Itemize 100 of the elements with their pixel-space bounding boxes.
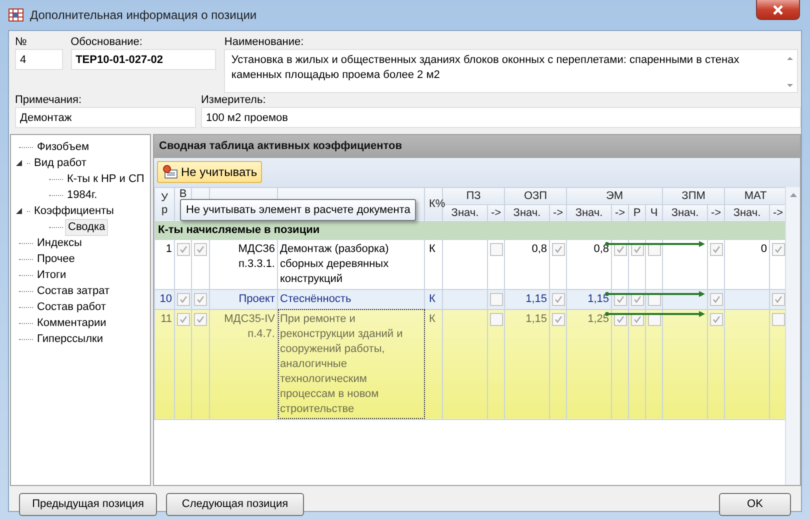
footer-button[interactable]: Следующая позиция [166, 493, 304, 516]
tree-item[interactable]: Комментарии [35, 316, 108, 330]
checkbox[interactable] [552, 242, 565, 256]
checkmark-icon [553, 244, 564, 254]
table-cell: Стеснённость [278, 289, 424, 309]
field-label: Примечания: [15, 93, 83, 107]
checkmark-icon [711, 244, 722, 254]
number-field[interactable]: 4 [15, 49, 63, 70]
tree-item[interactable]: Физобъем [35, 140, 92, 154]
field-label: № [15, 35, 28, 49]
column-header[interactable]: Знач. [504, 204, 550, 221]
tooltip: Не учитывать элемент в расчете документа [180, 198, 416, 221]
checkbox[interactable] [177, 242, 190, 256]
checkbox[interactable] [552, 312, 565, 326]
ok-button[interactable]: OK [719, 493, 791, 516]
expanded-icon[interactable] [15, 207, 23, 215]
checkmark-icon [615, 294, 626, 304]
checkmark-icon [615, 314, 626, 324]
expanded-icon[interactable] [15, 159, 23, 167]
column-header[interactable]: ЗПМ [662, 187, 725, 204]
tree-item[interactable]: Состав работ [35, 300, 108, 314]
checkbox[interactable] [177, 292, 190, 306]
table-cell: МДС35-IV п.4.7. [210, 309, 278, 419]
checkbox[interactable] [490, 242, 503, 256]
checkmark-icon [632, 314, 644, 324]
checkbox[interactable] [772, 242, 785, 256]
row-number: 10 [154, 289, 174, 309]
table-cell: Проект [210, 289, 278, 309]
checkmark-icon [632, 244, 644, 254]
tree-item[interactable]: Прочее [35, 252, 77, 266]
footer-button[interactable]: Предыдущая позиция [19, 493, 157, 516]
checkbox[interactable] [772, 292, 785, 306]
unit-field[interactable]: 100 м2 проемов [201, 107, 801, 128]
column-header[interactable]: Знач. [662, 204, 708, 221]
document-icon [162, 164, 178, 180]
row-number: 1 [154, 239, 174, 289]
checkmark-icon [615, 244, 626, 254]
table-cell: Демонтаж (разборка) сборных деревянных конструкций [278, 239, 424, 289]
tree-item[interactable]: Вид работ [32, 156, 88, 170]
toolbar-button[interactable]: Не учитывать [157, 161, 262, 183]
row-number: 11 [154, 309, 174, 419]
checkmark-icon [553, 314, 564, 324]
checkbox[interactable] [194, 242, 207, 256]
tree-item[interactable]: Итоги [35, 268, 68, 282]
checkbox[interactable] [710, 292, 724, 306]
checkmark-icon [195, 244, 206, 254]
checkbox[interactable] [177, 312, 190, 326]
field-label: Обоснование: [70, 35, 144, 49]
column-header[interactable]: К% [424, 187, 442, 221]
close-icon [773, 4, 783, 14]
tree-item[interactable]: Состав затрат [35, 284, 112, 298]
table-cell: К [424, 309, 442, 419]
table-cell: 0 [724, 239, 770, 289]
checkmark-icon [553, 294, 564, 304]
group-row: К-ты начисляемые в позиции [154, 221, 785, 239]
table-cell: К [424, 239, 442, 289]
table-icon [8, 7, 24, 23]
checkbox[interactable] [552, 292, 565, 306]
checkbox[interactable] [194, 292, 207, 306]
checkbox[interactable] [194, 312, 207, 326]
checkmark-icon [178, 294, 189, 304]
checkmark-icon [195, 294, 206, 304]
checkmark-icon [632, 294, 644, 304]
scrollbar[interactable] [785, 186, 800, 485]
checkmark-icon [195, 314, 206, 324]
column-header[interactable]: Знач. [724, 204, 770, 221]
column-header[interactable]: ОЗП [504, 187, 567, 204]
checkmark-icon [711, 314, 722, 324]
field-label: Измеритель: [201, 93, 267, 107]
close-button[interactable] [756, 0, 800, 20]
note-field[interactable]: Демонтаж [15, 107, 196, 128]
table-cell: 1,15 [504, 309, 550, 419]
checkmark-icon [773, 294, 784, 304]
checkbox[interactable] [490, 292, 503, 306]
tree-item[interactable]: Сводка [65, 218, 108, 236]
up-arrow-icon[interactable] [790, 192, 796, 196]
panel-title: Сводная таблица активных коэффициентов [154, 135, 800, 158]
basis-field[interactable]: ТЕР10-01-027-02 [70, 49, 216, 70]
table-cell: 0,8 [504, 239, 550, 289]
checkbox[interactable] [710, 312, 724, 326]
checkmark-icon [773, 244, 784, 254]
checkbox[interactable] [772, 312, 785, 326]
checkbox[interactable] [710, 242, 724, 256]
tree-item[interactable]: Коэффициенты [32, 204, 116, 218]
name-field[interactable]: Установка в жилых и общественных зданиях блоков оконных с переплетами: спаренными в стенах каменных площадью проема более 2 м2 [224, 49, 798, 93]
column-header[interactable]: МАТ [724, 187, 785, 204]
table-cell: К [424, 289, 442, 309]
tree-item[interactable]: К-ты к НР и СП [65, 172, 146, 186]
field-label: Наименование: [224, 35, 305, 49]
window-title: Дополнительная информация о позиции [30, 7, 257, 24]
tree-item[interactable]: 1984г. [65, 188, 100, 202]
table-cell: МДС36 п.3.3.1. [210, 239, 278, 289]
checkmark-icon [178, 244, 189, 254]
table-cell: 1,15 [504, 289, 550, 309]
tree-item[interactable]: Гиперссылки [35, 332, 105, 346]
column-header[interactable]: ЭМ [566, 187, 663, 204]
checkbox[interactable] [490, 312, 503, 326]
column-header[interactable]: Ур [154, 187, 174, 221]
tree-item[interactable]: Индексы [35, 236, 84, 250]
column-header[interactable]: Знач. [566, 204, 612, 221]
